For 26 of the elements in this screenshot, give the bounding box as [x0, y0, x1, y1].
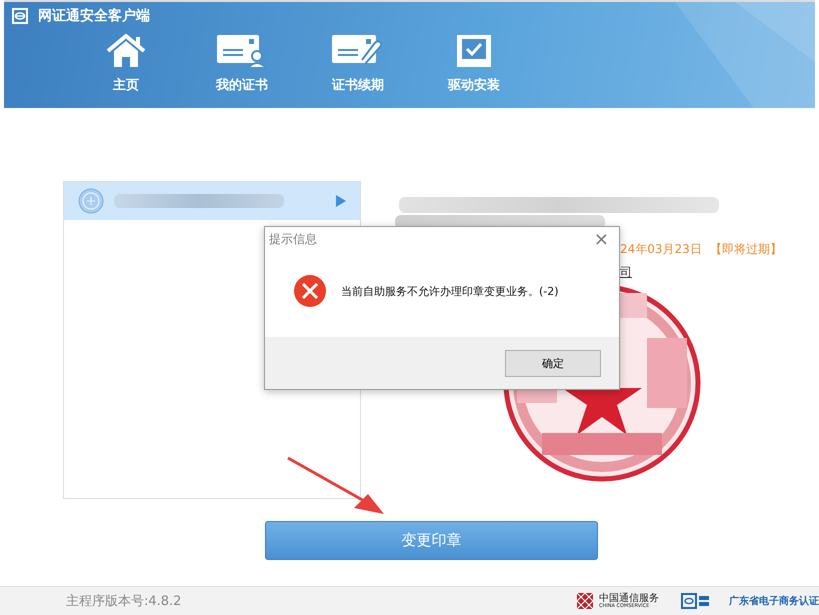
- error-message: 当前自助服务不允许办理印章变更业务。(-2): [341, 284, 559, 298]
- checkbox-monitor-icon: [455, 34, 493, 68]
- house-icon: [106, 34, 146, 68]
- dialog-title: 提示信息: [269, 230, 317, 248]
- play-icon: [336, 195, 346, 207]
- seal-icon: [78, 188, 104, 214]
- netca-logo-icon: [681, 593, 711, 609]
- change-seal-button[interactable]: 变更印章: [265, 521, 598, 560]
- close-button[interactable]: ×: [588, 228, 615, 250]
- nav-button[interactable]: 驱动安装: [416, 30, 532, 98]
- ok-button[interactable]: 确定: [505, 350, 601, 376]
- ca-name: 广东省电子商务认证: [729, 594, 819, 608]
- lattice-logo-icon: [577, 593, 593, 609]
- partner-name: 中国通信服务: [599, 594, 659, 604]
- issuer-link[interactable]: 司: [620, 264, 819, 281]
- validity-date: 24年03月23日: [620, 241, 702, 258]
- version-text: 主程序版本号:4.8.2: [66, 593, 182, 610]
- nav-button[interactable]: 证书续期: [300, 30, 416, 98]
- error-icon: [293, 274, 327, 308]
- certificate-row[interactable]: [64, 182, 360, 220]
- nav-button[interactable]: 主页: [68, 30, 184, 98]
- status-label: 【即将过期】: [710, 241, 782, 258]
- id-card-icon: [216, 34, 268, 68]
- window-title: 网证通安全客户端: [38, 7, 150, 25]
- nav-button[interactable]: 我的证书: [184, 30, 300, 98]
- logo-icon: [12, 8, 28, 24]
